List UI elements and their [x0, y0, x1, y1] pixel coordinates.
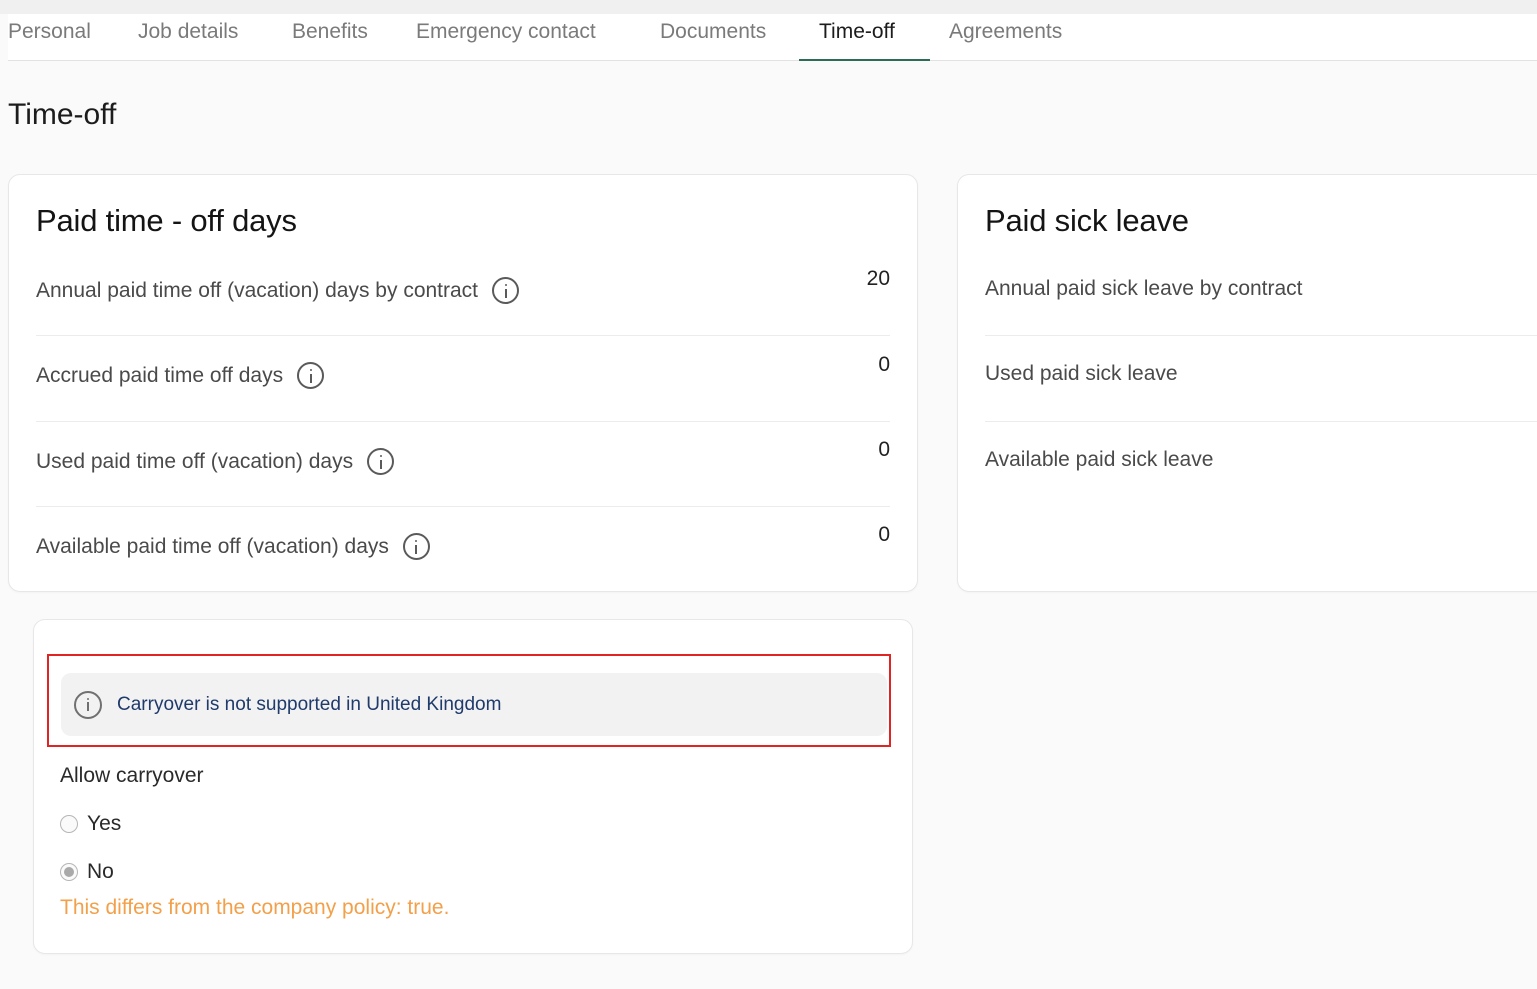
paid-sick-leave-card: Paid sick leave Annual paid sick leave b… — [957, 174, 1537, 592]
pto-row-accrued: Accrued paid time off days 0 — [36, 336, 890, 422]
allow-carryover-label: Allow carryover — [60, 764, 204, 787]
carryover-notice-highlight: Carryover is not supported in United Kin… — [47, 654, 891, 747]
page-title: Time-off — [8, 98, 117, 131]
pto-row-label: Used paid time off (vacation) days — [36, 449, 354, 473]
radio-no-label: No — [87, 860, 114, 883]
sick-row-label: Annual paid sick leave by contract — [985, 277, 1303, 300]
pto-row-label: Available paid time off (vacation) days — [36, 534, 389, 558]
tab-benefits[interactable]: Benefits — [292, 14, 368, 61]
tab-time-off[interactable]: Time-off — [819, 14, 895, 61]
top-strip — [0, 0, 1537, 14]
sick-row-available: Available paid sick leave — [985, 421, 1537, 507]
sick-row-label: Used paid sick leave — [985, 362, 1178, 385]
pto-row-value: 0 — [878, 438, 890, 461]
active-tab-indicator — [799, 59, 930, 61]
paid-time-off-card: Paid time - off days Annual paid time of… — [8, 174, 918, 592]
policy-warning: This differs from the company policy: tr… — [60, 896, 450, 919]
pto-row-annual: Annual paid time off (vacation) days by … — [36, 250, 890, 336]
tab-documents[interactable]: Documents — [660, 14, 766, 61]
radio-no[interactable] — [60, 863, 78, 881]
info-icon[interactable] — [402, 533, 430, 560]
tab-job-details[interactable]: Job details — [138, 14, 238, 61]
sick-row-label: Available paid sick leave — [985, 448, 1214, 471]
carryover-option-no[interactable]: No — [60, 860, 114, 884]
pto-row-value: 0 — [878, 353, 890, 376]
pto-row-value: 0 — [878, 523, 890, 546]
profile-tabs: Personal Job details Benefits Emergency … — [8, 14, 1537, 61]
radio-yes[interactable] — [60, 815, 78, 833]
pto-row-used: Used paid time off (vacation) days 0 — [36, 421, 890, 507]
tab-emergency-contact[interactable]: Emergency contact — [416, 14, 596, 61]
info-icon[interactable] — [367, 448, 395, 475]
page: Personal Job details Benefits Emergency … — [0, 0, 1537, 989]
info-icon[interactable] — [297, 362, 325, 389]
paid-sick-leave-title: Paid sick leave — [985, 203, 1189, 238]
carryover-notice-text: Carryover is not supported in United Kin… — [117, 693, 502, 715]
info-icon[interactable] — [492, 277, 520, 304]
sick-row-annual: Annual paid sick leave by contract — [985, 250, 1537, 336]
radio-yes-label: Yes — [87, 812, 122, 835]
carryover-notice: Carryover is not supported in United Kin… — [61, 673, 887, 736]
paid-time-off-title: Paid time - off days — [36, 203, 297, 238]
pto-row-available: Available paid time off (vacation) days … — [36, 507, 890, 593]
carryover-card: Carryover is not supported in United Kin… — [33, 619, 913, 954]
info-icon — [74, 690, 102, 719]
tab-agreements[interactable]: Agreements — [949, 14, 1062, 61]
carryover-option-yes[interactable]: Yes — [60, 812, 121, 836]
pto-row-label: Annual paid time off (vacation) days by … — [36, 278, 479, 302]
pto-row-label: Accrued paid time off days — [36, 363, 284, 387]
sick-row-used: Used paid sick leave — [985, 336, 1537, 422]
pto-row-value: 20 — [866, 267, 890, 290]
tab-personal[interactable]: Personal — [8, 14, 91, 61]
